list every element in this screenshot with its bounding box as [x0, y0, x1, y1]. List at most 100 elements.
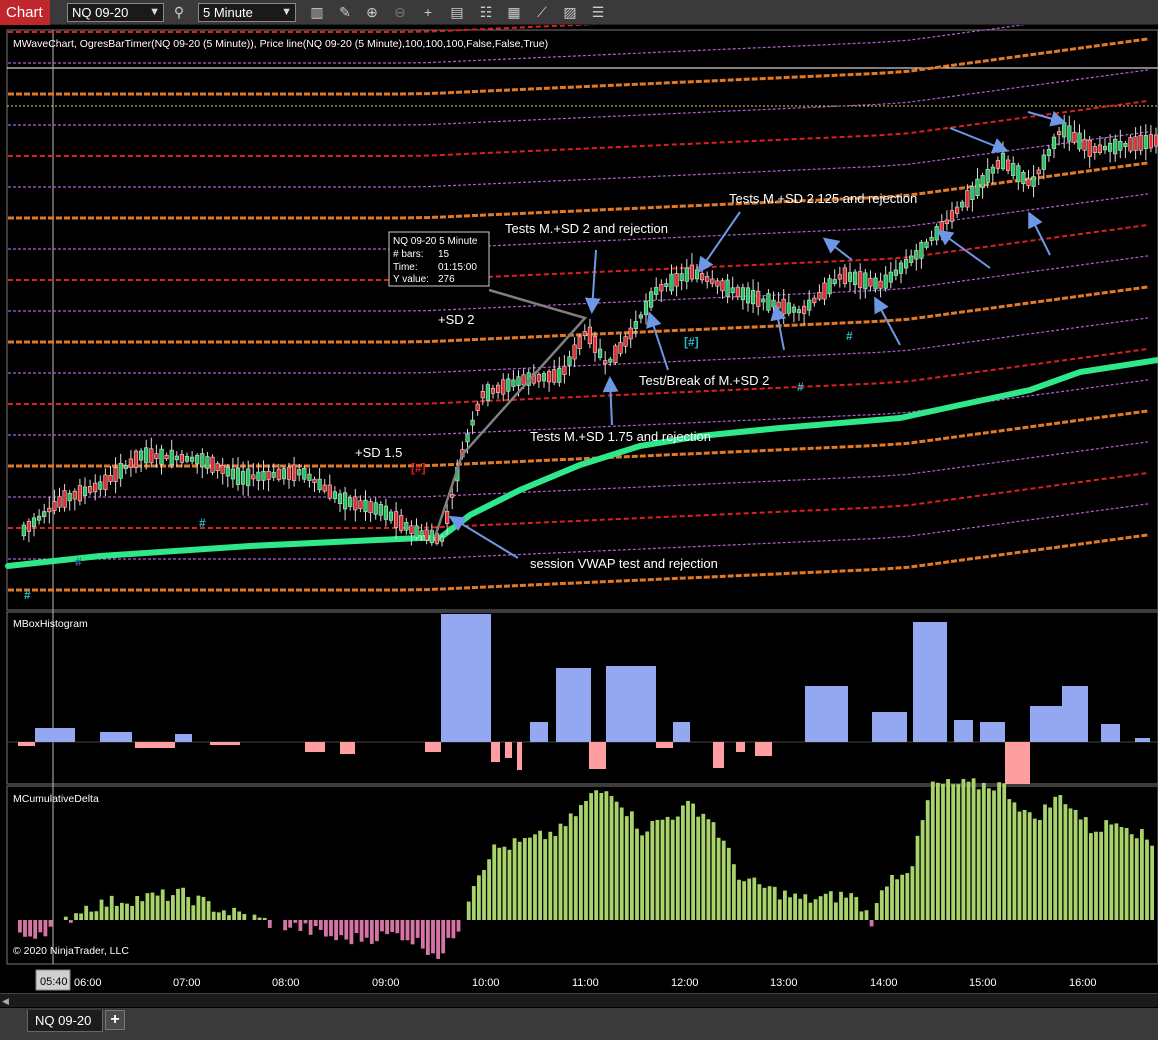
delta-bar [609, 796, 614, 920]
candle-body [766, 293, 771, 311]
search-icon[interactable]: ⚲ [169, 3, 189, 22]
delta-bar [558, 823, 563, 920]
candle-body [914, 250, 919, 260]
delta-bar [262, 917, 267, 920]
delta-bar [721, 840, 726, 920]
candle-body [592, 335, 598, 353]
histogram-bar [1101, 724, 1120, 742]
delta-bar [216, 912, 221, 920]
indicators-icon[interactable]: ▦ [504, 3, 524, 22]
tooltip-time-value: 01:15:00 [438, 262, 477, 273]
data-box-icon[interactable]: ▤ [447, 3, 467, 22]
candle-body [363, 499, 368, 513]
delta-bar [395, 920, 400, 934]
delta-bar [1089, 833, 1093, 920]
delta-bar [349, 920, 354, 945]
delta-bar [344, 920, 349, 940]
delta-bar [1073, 809, 1078, 920]
candle-body [868, 277, 873, 287]
candle-body [552, 369, 557, 383]
menu-icon[interactable]: ☰ [588, 3, 608, 22]
candle-body [128, 458, 134, 468]
candle-body [57, 496, 62, 508]
candle-body [669, 273, 674, 292]
candle-body [1021, 171, 1026, 185]
candle-body [159, 448, 164, 465]
candle-body [123, 465, 128, 469]
candle-body [399, 515, 404, 531]
add-tab-button[interactable]: + [105, 1010, 125, 1030]
zoom-in-icon[interactable]: ⊕ [362, 3, 382, 22]
candle-body [750, 290, 756, 305]
snapshot-icon[interactable]: ▨ [560, 3, 580, 22]
properties-icon[interactable]: ☷ [476, 3, 496, 22]
candle-body [103, 474, 108, 490]
delta-bar [823, 893, 828, 920]
delta-bar [324, 920, 328, 937]
horizontal-scrollbar[interactable]: ◀ [0, 993, 1158, 1007]
delta-bar [451, 920, 456, 939]
instrument-tab[interactable]: NQ 09-20 [27, 1010, 103, 1032]
candle-body [144, 447, 149, 464]
delta-bar [497, 847, 502, 920]
crosshair-icon[interactable]: + [418, 3, 438, 22]
candle-body [603, 360, 608, 365]
strategies-icon[interactable]: ⟋ [532, 3, 552, 22]
candle-body [1011, 163, 1016, 176]
delta-bar [390, 920, 395, 933]
delta-bar [43, 920, 48, 937]
candle-body [694, 269, 700, 280]
chart-canvas[interactable]: NQ 09-20 5 Minute # bars: 15 Time: 01:15… [0, 25, 1158, 993]
delta-bar [793, 893, 797, 920]
hash-marker: # [797, 380, 804, 394]
bracket-hash-marker: [#] [684, 335, 699, 349]
pencil-icon[interactable]: ✎ [335, 3, 355, 22]
candle-body [164, 455, 169, 460]
time-label: 10:00 [472, 977, 500, 989]
candle-body [562, 365, 567, 375]
candle-body [174, 455, 179, 461]
delta-bar [364, 920, 369, 938]
candle-body [740, 287, 745, 301]
candle-body [495, 384, 501, 393]
candle-body [266, 470, 271, 480]
candle-body [1046, 149, 1051, 156]
zoom-out-icon[interactable]: ⊖ [390, 3, 410, 22]
candle-body [225, 466, 230, 477]
delta-bar [410, 920, 415, 945]
histogram-bar [755, 742, 772, 756]
histogram-bar [135, 742, 175, 748]
delta-bar [1104, 820, 1109, 920]
instrument-selector[interactable]: NQ 09-20 ▼ [67, 3, 164, 22]
delta-bar [640, 835, 644, 920]
candle-body [1138, 134, 1143, 151]
delta-bar [109, 895, 114, 920]
delta-bar [487, 859, 491, 920]
candle-body [1041, 154, 1046, 170]
vwap-test-annotation: session VWAP test and rejection [530, 556, 718, 571]
tooltip-yvalue-label: Y value: [393, 274, 429, 285]
delta-bar [23, 920, 27, 937]
candle-body [47, 507, 52, 513]
delta-bar [140, 901, 145, 920]
delta-bar [84, 905, 89, 920]
bar-type-icon[interactable]: ▥ [307, 3, 327, 22]
candle-body [1051, 136, 1057, 149]
copyright-text: © 2020 NinjaTrader, LLC [13, 945, 129, 957]
candle-body [511, 379, 516, 387]
interval-selector[interactable]: 5 Minute ▼ [198, 3, 296, 22]
candle-body [557, 367, 562, 383]
delta-bar [482, 869, 486, 920]
delta-bar [834, 902, 838, 920]
delta-bar [997, 782, 1001, 920]
delta-bar [1022, 809, 1027, 920]
chart-title-tab[interactable]: Chart [0, 0, 50, 25]
delta-bar [1140, 829, 1144, 920]
candle-body [730, 287, 735, 294]
histogram-bar [18, 742, 35, 746]
candle-body [261, 470, 266, 481]
candle-body [720, 280, 725, 292]
histogram-bar [505, 742, 512, 758]
candle-body [465, 433, 470, 443]
scroll-left-icon[interactable]: ◀ [2, 995, 14, 1007]
